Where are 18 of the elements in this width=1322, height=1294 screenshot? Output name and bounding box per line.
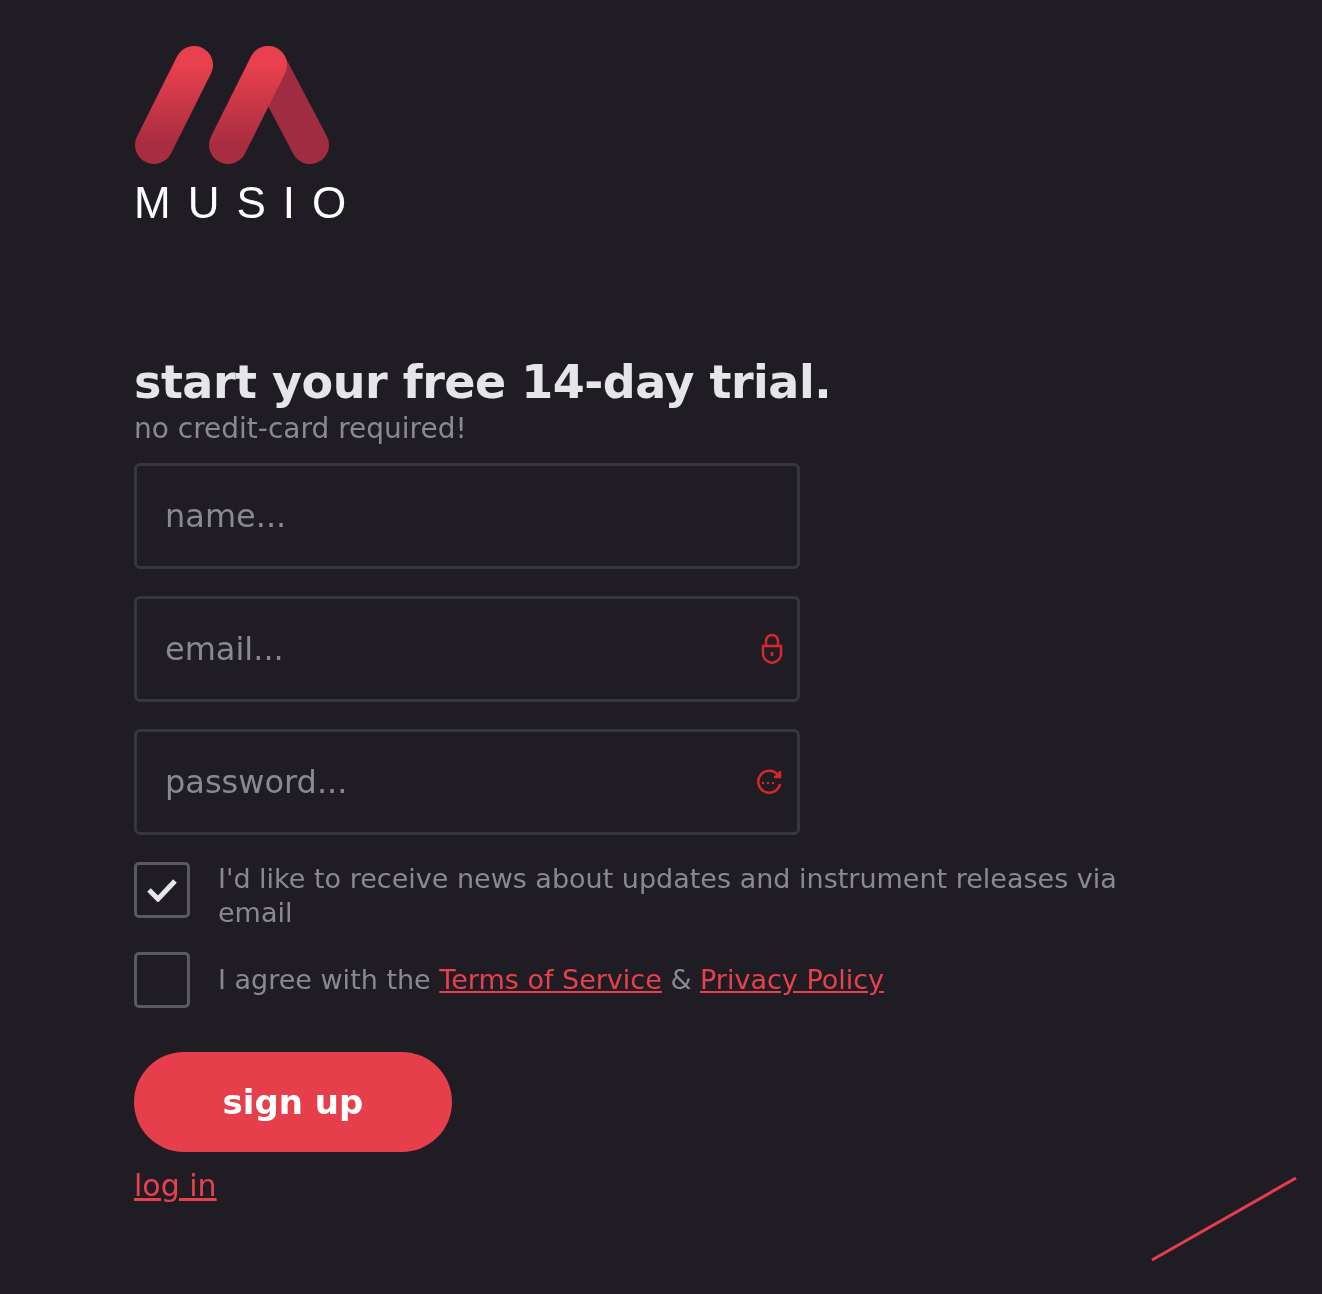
name-field[interactable]: name... — [134, 463, 800, 569]
sign-up-button[interactable]: sign up — [134, 1052, 452, 1152]
lock-icon — [760, 633, 784, 665]
checkbox[interactable] — [134, 952, 190, 1008]
checkmark-icon — [146, 878, 178, 902]
privacy-link[interactable]: Privacy Policy — [700, 964, 885, 995]
terms-label: I agree with the Terms of Service & Privacy Policy — [218, 963, 885, 997]
logo-icon — [134, 45, 330, 167]
checkbox[interactable] — [134, 862, 190, 918]
newsletter-label: I'd like to receive news about updates and instrument releases via email — [218, 862, 1118, 930]
password-field[interactable]: password... — [134, 729, 800, 835]
page-subheading: no credit-card required! — [134, 411, 468, 447]
email-field[interactable]: email... — [134, 596, 800, 702]
logo-wordmark: MUSIO — [134, 181, 364, 225]
refresh-icon — [754, 767, 784, 797]
page-heading: start your free 14-day trial. — [134, 354, 833, 411]
log-in-link[interactable]: log in — [134, 1168, 217, 1203]
terms-link[interactable]: Terms of Service — [439, 964, 662, 995]
